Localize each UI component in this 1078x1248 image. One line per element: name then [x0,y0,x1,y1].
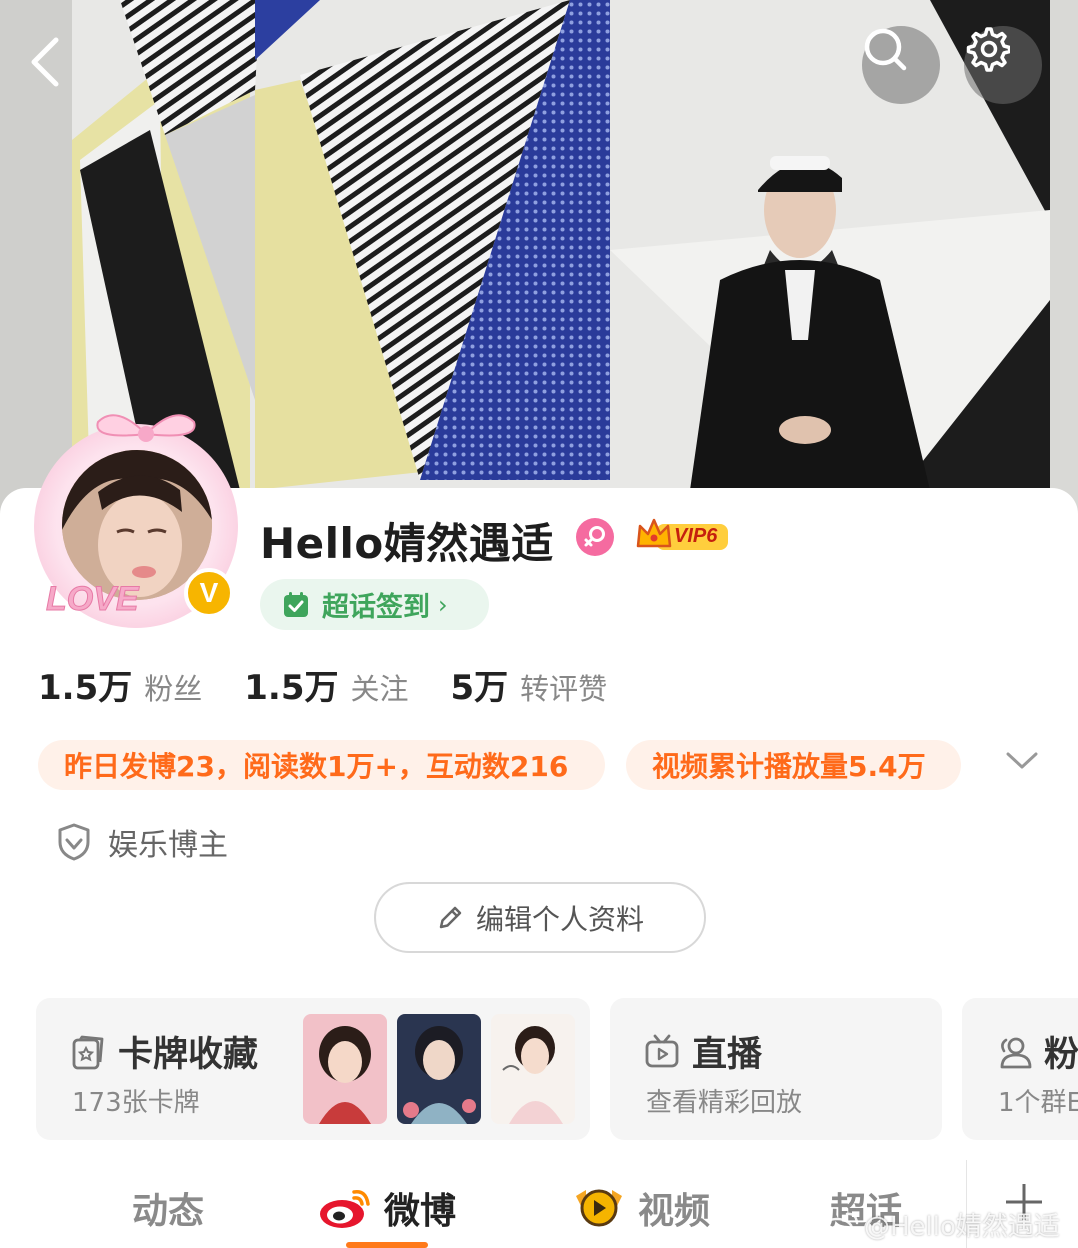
edit-profile-button[interactable]: 编辑个人资料 [374,882,706,953]
tile-subtitle: 1个群E [998,1088,1078,1118]
users-icon [1000,1037,1032,1068]
tv-icon [645,1034,679,1067]
fan-group-tile[interactable]: 粉 1个群E [962,998,1078,1140]
highlight-video-plays[interactable]: 视频累计播放量5.4万 [626,740,961,790]
shield-icon [58,823,90,861]
pencil-icon [439,906,462,928]
edit-profile-label: 编辑个人资料 [475,902,644,936]
stat-label: 转评赞 [520,672,608,706]
card-thumbnail [397,1014,481,1124]
vip-level: VIP6 [674,525,718,547]
stat-followers[interactable]: 1.5万 粉丝 [38,660,202,709]
supertopic-checkin-button[interactable]: 超话签到 › [260,579,489,630]
creator-tag[interactable]: 娱乐博主 [56,820,228,864]
stat-value: 1.5万 [38,668,133,708]
tile-title: 直播 [692,1035,763,1075]
checkin-chevron: › [438,590,448,619]
stat-value: 5万 [450,668,509,708]
highlight-yesterday-stats[interactable]: 昨日发博23，阅读数1万+，互动数216 [38,740,605,790]
tab-video[interactable]: 视频 [572,1182,710,1234]
weibo-watermark-icon [820,1212,859,1240]
search-icon [864,28,907,71]
card-icon [72,1035,104,1069]
weibo-icon [320,1190,370,1228]
chevron-left-icon [31,37,59,87]
settings-button[interactable] [964,26,1042,104]
card-thumbnail [303,1014,387,1124]
verified-badge: V [184,568,234,618]
expand-button[interactable] [1004,748,1040,776]
tag-label: 娱乐博主 [108,828,228,863]
tile-title: 粉 [1044,1035,1078,1075]
stats-row: 1.5万 粉丝 1.5万 关注 5万 转评赞 [38,660,649,709]
card-collection-tile[interactable]: 卡牌收藏 173张卡牌 [36,998,590,1140]
tab-weibo[interactable]: 微博 [318,1182,456,1234]
calendar-check-icon [284,591,308,617]
vip-badge[interactable]: VIP6 [636,518,730,554]
tab-label: 微博 [384,1191,457,1232]
search-button[interactable] [862,26,940,104]
watermark-text: @Hello婧然遇适 [864,1212,1060,1242]
checkin-label: 超话签到 [322,592,430,623]
stat-label: 关注 [350,672,409,706]
tile-title: 卡牌收藏 [118,1035,259,1075]
stat-label: 粉丝 [144,672,203,706]
tab-label: 视频 [638,1191,711,1232]
stat-value: 1.5万 [244,668,339,708]
avatar[interactable]: LOVE V [26,404,242,634]
female-icon [576,518,614,556]
card-thumbnail [491,1014,575,1124]
active-tab-indicator [346,1242,428,1248]
watermark: @Hello婧然遇适 [820,1206,1060,1243]
chevron-down-icon [1006,752,1038,769]
tab-feed[interactable]: 动态 [132,1182,204,1234]
stat-following[interactable]: 1.5万 关注 [244,660,408,709]
tile-subtitle: 173张卡牌 [72,1088,200,1118]
gear-icon [966,27,1010,72]
avatar-frame-text: LOVE [46,580,140,619]
tile-subtitle: 查看精彩回放 [646,1088,803,1118]
username: Hello婧然遇适 [260,519,554,568]
video-icon [576,1189,622,1227]
back-button[interactable] [26,34,82,98]
stat-interactions[interactable]: 5万 转评赞 [451,660,608,709]
live-tile[interactable]: 直播 查看精彩回放 [610,998,942,1140]
